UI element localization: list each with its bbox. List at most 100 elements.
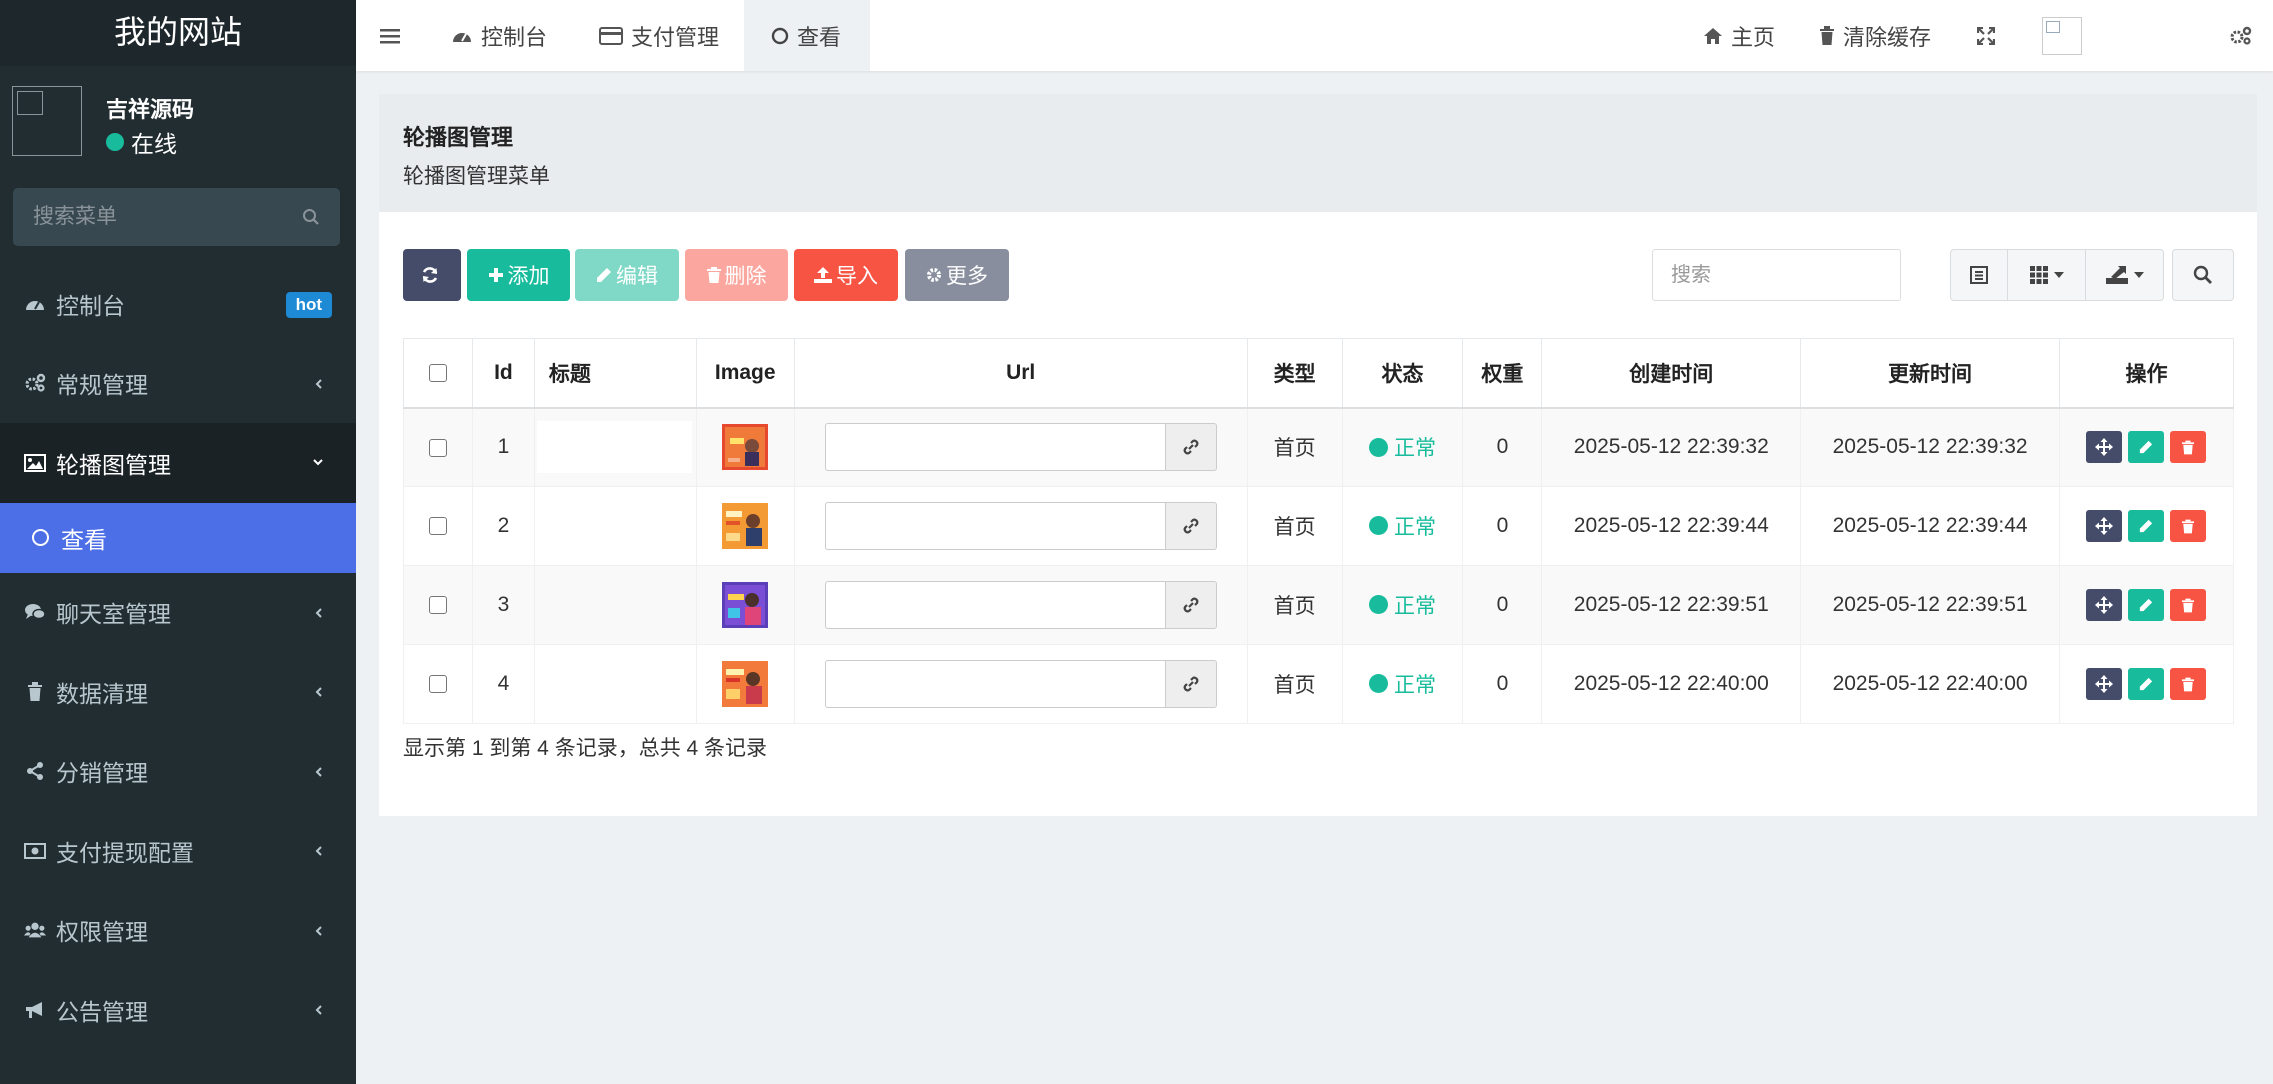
- user-avatar-button[interactable]: [2042, 0, 2082, 71]
- circle-icon: [32, 529, 49, 546]
- sidebar-search-input[interactable]: [33, 205, 273, 229]
- drag-sort-button[interactable]: [2086, 668, 2123, 700]
- chevron-left-icon: [315, 607, 322, 618]
- sidebar-item-label: 权限管理: [56, 919, 148, 946]
- refresh-button[interactable]: [403, 249, 461, 301]
- row-checkbox[interactable]: [428, 596, 447, 615]
- row-image[interactable]: [695, 565, 795, 645]
- drag-sort-button[interactable]: [2086, 510, 2123, 542]
- sidebar-item-view[interactable]: 查看: [0, 502, 356, 573]
- columns-dropdown[interactable]: [2007, 249, 2086, 301]
- fullscreen-icon: [1977, 26, 1995, 45]
- url-input[interactable]: [824, 660, 1165, 708]
- more-button[interactable]: 更多: [905, 249, 1009, 301]
- row-delete-button[interactable]: [2170, 431, 2207, 464]
- row-image[interactable]: [695, 407, 795, 487]
- row-created: 2025-05-12 22:39:32: [1541, 407, 1802, 487]
- clear-cache-button[interactable]: 清除缓存: [1819, 0, 1931, 71]
- column-header-title[interactable]: 标题: [533, 338, 697, 409]
- row-actions: [2058, 565, 2235, 645]
- url-input[interactable]: [824, 423, 1165, 472]
- link-button[interactable]: [1164, 581, 1217, 629]
- table-search-input[interactable]: [1652, 249, 1901, 301]
- dashboard-icon: [453, 32, 471, 42]
- row-type: 首页: [1246, 486, 1343, 566]
- column-header-type[interactable]: 类型: [1246, 338, 1343, 409]
- url-input[interactable]: [824, 502, 1165, 550]
- tab-label: 查看: [797, 24, 842, 50]
- column-header-weight[interactable]: 权重: [1462, 338, 1543, 409]
- row-checkbox[interactable]: [428, 675, 447, 694]
- sidebar-item-label: 控制台: [56, 292, 125, 319]
- sidebar-toggle[interactable]: [380, 0, 408, 71]
- sidebar-item-permissions[interactable]: 权限管理: [0, 891, 356, 971]
- advanced-search-button[interactable]: [2172, 249, 2234, 301]
- row-type: 首页: [1246, 407, 1343, 487]
- row-status[interactable]: 正常: [1341, 407, 1464, 487]
- site-title[interactable]: 我的网站: [0, 0, 356, 66]
- drag-sort-button[interactable]: [2086, 431, 2123, 464]
- sidebar-item-chatroom[interactable]: 聊天室管理: [0, 573, 356, 653]
- tab-payment[interactable]: 支付管理: [599, 0, 719, 71]
- pencil-icon: [597, 268, 611, 282]
- column-header-id[interactable]: Id: [471, 338, 535, 409]
- column-header-status[interactable]: 状态: [1341, 338, 1464, 409]
- link-icon: [1183, 518, 1199, 534]
- row-actions: [2058, 407, 2235, 487]
- export-dropdown[interactable]: [2085, 249, 2164, 301]
- sidebar-item-payment-config[interactable]: 支付提现配置: [0, 811, 356, 891]
- drag-sort-button[interactable]: [2086, 589, 2123, 621]
- sidebar-item-label: 支付提现配置: [56, 839, 194, 866]
- row-delete-button[interactable]: [2170, 589, 2207, 621]
- link-button[interactable]: [1164, 423, 1217, 472]
- row-image[interactable]: [695, 486, 795, 566]
- tab-dashboard[interactable]: 控制台: [451, 0, 547, 71]
- add-button[interactable]: 添加: [467, 249, 570, 301]
- row-checkbox[interactable]: [428, 438, 447, 457]
- sidebar-item-label: 常规管理: [56, 372, 148, 399]
- row-edit-button[interactable]: [2128, 510, 2165, 542]
- column-header-updated[interactable]: 更新时间: [1800, 338, 2060, 409]
- column-header-url[interactable]: Url: [793, 338, 1248, 409]
- sidebar-item-dashboard[interactable]: 控制台 hot: [0, 264, 356, 344]
- home-link[interactable]: 主页: [1703, 0, 1775, 71]
- row-status[interactable]: 正常: [1341, 486, 1464, 566]
- tab-view[interactable]: 查看: [744, 0, 870, 71]
- row-status[interactable]: 正常: [1341, 565, 1464, 645]
- column-header-actions: 操作: [2058, 338, 2235, 409]
- sidebar-item-data-clean[interactable]: 数据清理: [0, 652, 356, 732]
- clear-cache-label: 清除缓存: [1843, 24, 1932, 50]
- column-header-created[interactable]: 创建时间: [1541, 338, 1802, 409]
- settings-button[interactable]: [2229, 0, 2261, 71]
- page-subtitle: 轮播图管理菜单: [403, 165, 550, 188]
- row-checkbox[interactable]: [428, 517, 447, 536]
- sidebar-item-carousel[interactable]: 轮播图管理: [0, 423, 356, 503]
- sidebar-item-notice[interactable]: 公告管理: [0, 970, 356, 1050]
- row-delete-button[interactable]: [2170, 668, 2207, 700]
- row-edit-button[interactable]: [2128, 668, 2165, 700]
- sidebar-item-distribution[interactable]: 分销管理: [0, 732, 356, 812]
- fullscreen-button[interactable]: [1977, 0, 2003, 71]
- column-header-image[interactable]: Image: [695, 338, 795, 409]
- delete-button[interactable]: 删除: [685, 249, 788, 301]
- search-icon: [2193, 265, 2212, 284]
- row-edit-button[interactable]: [2128, 431, 2165, 464]
- row-delete-button[interactable]: [2170, 510, 2207, 542]
- row-edit-button[interactable]: [2128, 589, 2165, 621]
- sidebar-item-general[interactable]: 常规管理: [0, 344, 356, 424]
- edit-button[interactable]: 编辑: [575, 249, 679, 301]
- url-input[interactable]: [824, 581, 1165, 629]
- select-all-checkbox[interactable]: [428, 364, 447, 383]
- import-button[interactable]: 导入: [794, 249, 898, 301]
- search-icon[interactable]: [302, 208, 320, 226]
- row-updated: 2025-05-12 22:39:32: [1800, 407, 2060, 487]
- money-icon: [24, 840, 46, 862]
- row-image[interactable]: [695, 644, 795, 724]
- link-button[interactable]: [1164, 502, 1217, 550]
- users-icon: [24, 919, 46, 941]
- link-button[interactable]: [1164, 660, 1217, 708]
- sidebar-item-label: 聊天室管理: [56, 601, 171, 628]
- toggle-view-button[interactable]: [1950, 249, 2008, 301]
- row-status[interactable]: 正常: [1341, 644, 1464, 724]
- carousel-table: Id 标题 Image Url 类型 状态 权重 创建时间 更新时间 操作 1: [403, 338, 2235, 724]
